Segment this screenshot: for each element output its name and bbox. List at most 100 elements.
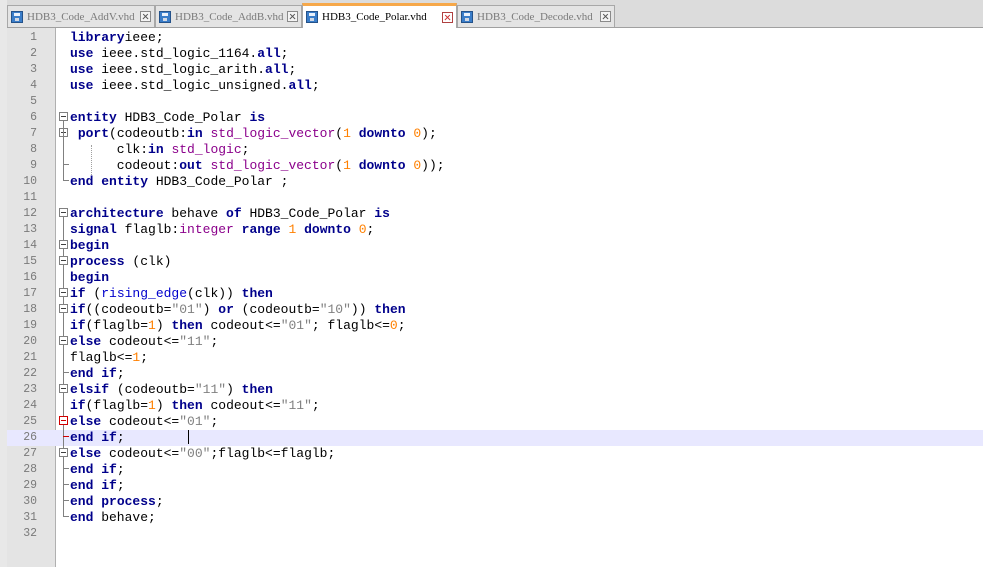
fold-toggle-icon[interactable]	[59, 447, 68, 457]
code-text[interactable]: begin	[70, 270, 109, 286]
code-line[interactable]: 16 begin	[7, 270, 983, 286]
code-text[interactable]: begin	[70, 238, 109, 254]
fold-toggle-icon[interactable]	[59, 383, 68, 393]
code-text[interactable]: end process;	[70, 494, 164, 510]
code-token: begin	[70, 270, 110, 285]
code-text[interactable]: use ieee.std_logic_1164.all;	[70, 46, 288, 62]
code-text[interactable]: if (rising_edge(clk)) then	[70, 286, 273, 302]
line-number: 20	[23, 335, 37, 348]
code-line[interactable]: 23 elsif (codeoutb="11") then	[7, 382, 983, 398]
code-token: process	[101, 494, 156, 509]
tab-hdb3-code-polar[interactable]: HDB3_Code_Polar.vhd	[302, 3, 457, 28]
code-line[interactable]: 6 entity HDB3_Code_Polar is	[7, 110, 983, 126]
code-token: ;flaglb<=flaglb;	[210, 446, 336, 461]
code-text[interactable]: signal flaglb:integer range 1 downto 0;	[70, 222, 374, 238]
code-line[interactable]: 9 codeout:out std_logic_vector(1 downto …	[7, 158, 983, 174]
code-line[interactable]: 2 use ieee.std_logic_1164.all;	[7, 46, 983, 62]
code-text[interactable]: end entity HDB3_Code_Polar ;	[70, 174, 288, 190]
line-number: 5	[30, 95, 37, 108]
fold-toggle-icon[interactable]	[59, 303, 68, 313]
code-text[interactable]: end if;	[70, 366, 125, 382]
code-text[interactable]: elsif (codeoutb="11") then	[70, 382, 273, 398]
code-line[interactable]: 7 port(codeoutb:in std_logic_vector(1 do…	[7, 126, 983, 142]
code-text[interactable]: use ieee.std_logic_unsigned.all;	[70, 78, 320, 94]
fold-toggle-icon[interactable]	[59, 111, 68, 121]
code-line[interactable]: 13 signal flaglb:integer range 1 downto 0…	[7, 222, 983, 238]
code-line[interactable]: 18 if((codeoutb="01") or (codeoutb="10"))…	[7, 302, 983, 318]
line-number: 22	[23, 367, 37, 380]
code-text[interactable]: if(flaglb=1) then codeout<="11";	[70, 398, 320, 414]
code-text[interactable]: else codeout<="11";	[70, 334, 218, 350]
indent-guide	[91, 145, 92, 175]
code-line[interactable]: 5	[7, 94, 983, 110]
fold-toggle-icon[interactable]	[59, 207, 68, 217]
code-line[interactable]: 3 use ieee.std_logic_arith.all;	[7, 62, 983, 78]
tab-hdb3-code-addb[interactable]: HDB3_Code_AddB.vhd	[155, 5, 302, 27]
code-line[interactable]: 21 flaglb<=1;	[7, 350, 983, 366]
code-line[interactable]: 19 if(flaglb=1) then codeout<="01"; flagl…	[7, 318, 983, 334]
code-text[interactable]: end behave;	[70, 510, 156, 526]
tab-hdb3-code-decode[interactable]: HDB3_Code_Decode.vhd	[457, 5, 615, 27]
code-token: (	[335, 126, 344, 141]
code-line[interactable]: 22 end if;	[7, 366, 983, 382]
code-line[interactable]: 11	[7, 190, 983, 206]
code-line[interactable]: 20 else codeout<="11";	[7, 334, 983, 350]
code-text[interactable]: clk:in std_logic;	[70, 142, 250, 158]
fold-end-marker	[63, 372, 69, 373]
code-text[interactable]: libraryieee;	[70, 30, 164, 46]
code-line[interactable]: 10 end entity HDB3_Code_Polar ;	[7, 174, 983, 190]
code-token: then	[241, 382, 273, 397]
close-icon[interactable]	[287, 11, 298, 22]
code-line[interactable]: 24 if(flaglb=1) then codeout<="11";	[7, 398, 983, 414]
fold-toggle-icon[interactable]	[59, 287, 68, 297]
close-icon[interactable]	[442, 11, 453, 23]
code-line[interactable]: 12 architecture behave of HDB3_Code_Polar…	[7, 206, 983, 222]
code-line[interactable]: 28 end if;	[7, 462, 983, 478]
code-text[interactable]: else codeout<="00";flaglb<=flaglb;	[70, 446, 335, 462]
code-line[interactable]: 15 process (clk)	[7, 254, 983, 270]
code-line[interactable]: 32	[7, 526, 983, 542]
code-line[interactable]: 14 begin	[7, 238, 983, 254]
code-text[interactable]: end if;	[70, 462, 125, 478]
code-token: ;	[311, 398, 320, 413]
tab-hdb3-code-addv[interactable]: HDB3_Code_AddV.vhd	[7, 5, 155, 27]
code-text[interactable]: if((codeoutb="01") or (codeoutb="10")) t…	[70, 302, 406, 318]
code-token: ieee.std_logic_unsigned.	[93, 78, 289, 93]
file-save-icon	[461, 10, 473, 23]
code-text[interactable]: end if;	[70, 430, 125, 446]
code-text[interactable]: end if;	[70, 478, 125, 494]
code-line[interactable]: 30 end process;	[7, 494, 983, 510]
code-line[interactable]: 26 end if;	[7, 430, 983, 446]
code-token: ieee.std_logic_arith.	[93, 62, 266, 77]
code-text[interactable]: else codeout<="01";	[70, 414, 218, 430]
code-line[interactable]: 31 end behave;	[7, 510, 983, 526]
code-text[interactable]: use ieee.std_logic_arith.all;	[70, 62, 296, 78]
close-icon[interactable]	[600, 11, 611, 22]
code-text[interactable]: flaglb<=1;	[70, 350, 148, 366]
code-text[interactable]: architecture behave of HDB3_Code_Polar i…	[70, 206, 390, 222]
code-token: then	[241, 286, 273, 301]
fold-toggle-icon[interactable]	[59, 239, 68, 249]
code-token: "00"	[179, 446, 211, 461]
code-line[interactable]: 4 use ieee.std_logic_unsigned.all;	[7, 78, 983, 94]
code-line[interactable]: 27 else codeout<="00";flaglb<=flaglb;	[7, 446, 983, 462]
fold-toggle-icon[interactable]	[59, 255, 68, 265]
line-number: 23	[23, 383, 37, 396]
code-text[interactable]: port(codeoutb:in std_logic_vector(1 down…	[70, 126, 437, 142]
close-icon[interactable]	[140, 11, 151, 22]
code-text[interactable]: entity HDB3_Code_Polar is	[70, 110, 265, 126]
code-line[interactable]: 1 libraryieee;	[7, 30, 983, 46]
code-text[interactable]: if(flaglb=1) then codeout<="01"; flaglb<…	[70, 318, 406, 334]
line-number: 2	[30, 47, 37, 60]
code-line[interactable]: 29 end if;	[7, 478, 983, 494]
code-editor[interactable]: 1 libraryieee; 2 use ieee.std_logic_1164.al…	[7, 28, 983, 567]
code-line[interactable]: 25 else codeout<="01";	[7, 414, 983, 430]
code-line[interactable]: 8 clk:in std_logic;	[7, 142, 983, 158]
code-line[interactable]: 17 if (rising_edge(clk)) then	[7, 286, 983, 302]
fold-toggle-icon[interactable]	[59, 415, 68, 425]
code-token: else	[70, 446, 102, 461]
code-token: else	[70, 334, 102, 349]
fold-toggle-icon[interactable]	[59, 335, 68, 345]
code-text[interactable]: codeout:out std_logic_vector(1 downto 0)…	[70, 158, 445, 174]
code-text[interactable]: process (clk)	[70, 254, 171, 270]
